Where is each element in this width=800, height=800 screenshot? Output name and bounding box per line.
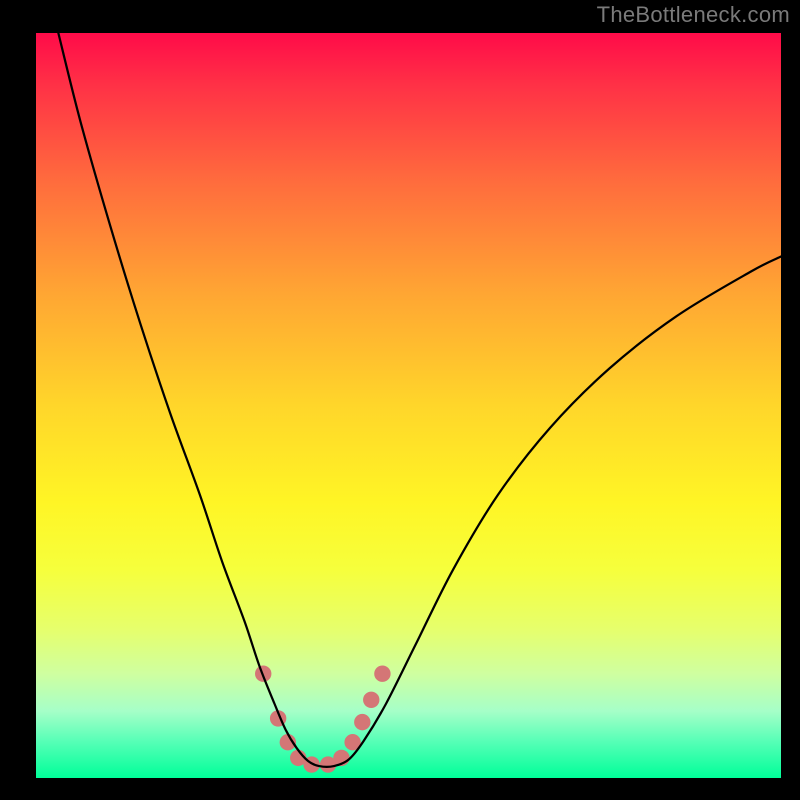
marker-dot (363, 692, 379, 708)
chart-svg (36, 33, 781, 778)
marker-dot (374, 666, 390, 682)
outer-frame: TheBottleneck.com (0, 0, 800, 800)
watermark-label: TheBottleneck.com (597, 2, 790, 28)
markers-group (255, 666, 391, 773)
curve-path (58, 33, 781, 767)
chart-plot-area (36, 33, 781, 778)
marker-dot (354, 714, 370, 730)
